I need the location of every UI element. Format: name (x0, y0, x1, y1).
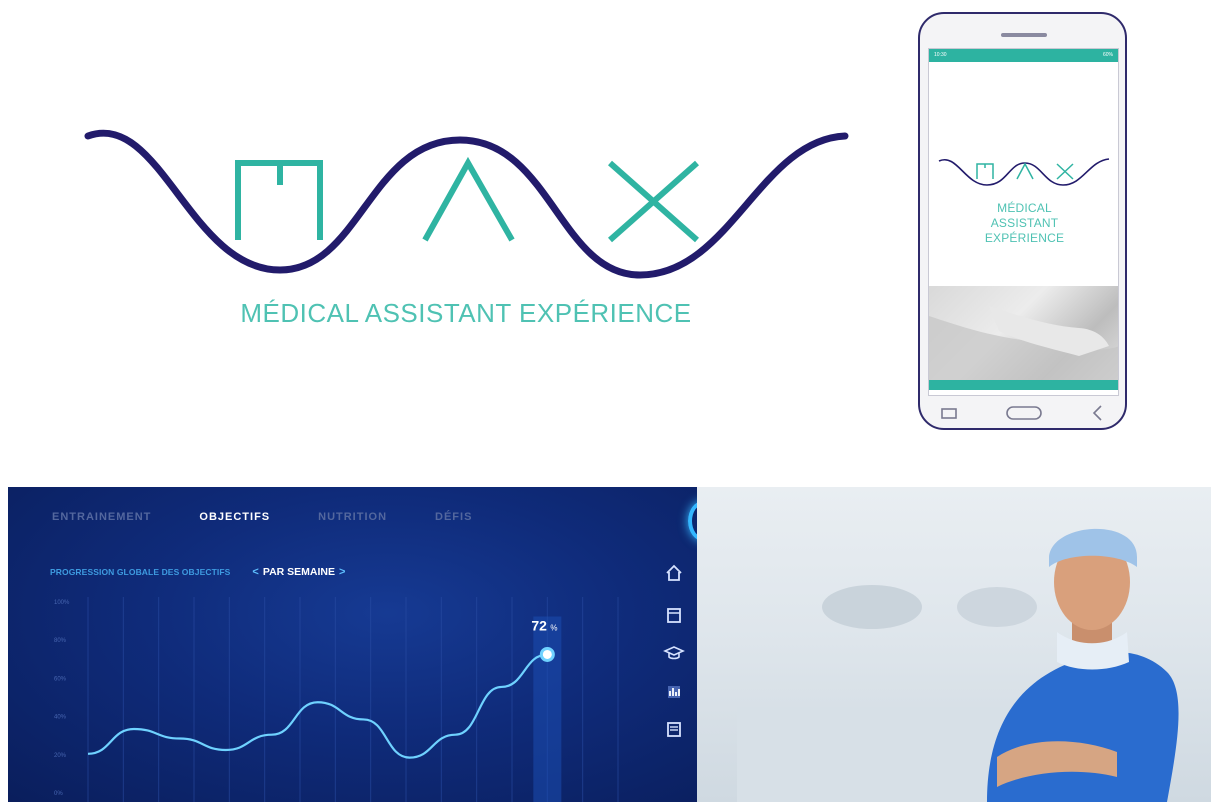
doctor-illustration (737, 528, 1179, 802)
highlight-point (539, 646, 555, 662)
logo-letter-a (422, 156, 515, 242)
recent-apps-icon[interactable] (940, 406, 960, 420)
status-time: 10:30 (934, 52, 947, 58)
newspaper-icon[interactable] (662, 717, 686, 741)
phone-tag-line-2: ASSISTANT (990, 216, 1059, 230)
phone-tag-line-3: EXPÉRIENCE (984, 231, 1065, 245)
doctor-photo (697, 487, 1211, 802)
phone-speaker (1001, 33, 1047, 37)
surgical-lamp-left (822, 585, 922, 629)
highlight-value-label: 72 (531, 617, 547, 633)
progress-line (87, 653, 548, 759)
phone-tag-line-1: MÉDICAL (997, 201, 1052, 215)
logo-wave (84, 129, 849, 279)
bar-chart-icon[interactable] (662, 679, 686, 703)
hands-illustration (929, 306, 1118, 380)
phone-screen: 10:30 60% MÉDICAL ASSISTANT EXPÉRIENCE (928, 48, 1119, 396)
calendar-icon[interactable] (662, 603, 686, 627)
y-tick-label: 20% (54, 753, 67, 759)
phone-nav-bar (920, 398, 1125, 428)
highlight-column (533, 616, 562, 802)
max-logo-graphic (84, 129, 849, 279)
home-button-icon[interactable] (1006, 405, 1042, 421)
phone-hands-photo (929, 286, 1118, 390)
phone-status-bar: 10:30 60% (929, 49, 1118, 62)
y-tick-label: 40% (54, 715, 67, 721)
y-tick-label: 0% (54, 791, 63, 797)
phone-max-logo (938, 158, 1110, 186)
phone-mockup: 10:30 60% MÉDICAL ASSISTANT EXPÉRIENCE (918, 12, 1127, 430)
progress-chart: 100% 80% 60% 40% 20% 0% 72 % (54, 597, 619, 802)
y-tick-label: 80% (54, 638, 67, 644)
highlight-value-unit: % (550, 623, 557, 632)
surgical-lamp-right (957, 587, 1037, 627)
logo-tagline: MÉDICAL ASSISTANT EXPÉRIENCE (240, 298, 692, 328)
y-tick-label: 60% (54, 676, 67, 682)
phone-teal-bar (929, 380, 1118, 390)
max-logo: MÉDICAL ASSISTANT EXPÉRIENCE (0, 0, 900, 470)
back-chevron-icon[interactable] (1090, 404, 1104, 422)
logo-letter-x (608, 160, 699, 243)
y-tick-label: 100% (54, 600, 70, 606)
chart-y-axis: 100% 80% 60% 40% 20% 0% (54, 600, 70, 797)
status-battery: 60% (1102, 52, 1113, 58)
logo-letter-m (235, 160, 323, 240)
home-icon[interactable] (662, 561, 686, 585)
graduation-cap-icon[interactable] (662, 641, 686, 665)
dashboard-panel: ENTRAINEMENT OBJECTIFS NUTRITION DÉFIS P… (8, 487, 697, 802)
